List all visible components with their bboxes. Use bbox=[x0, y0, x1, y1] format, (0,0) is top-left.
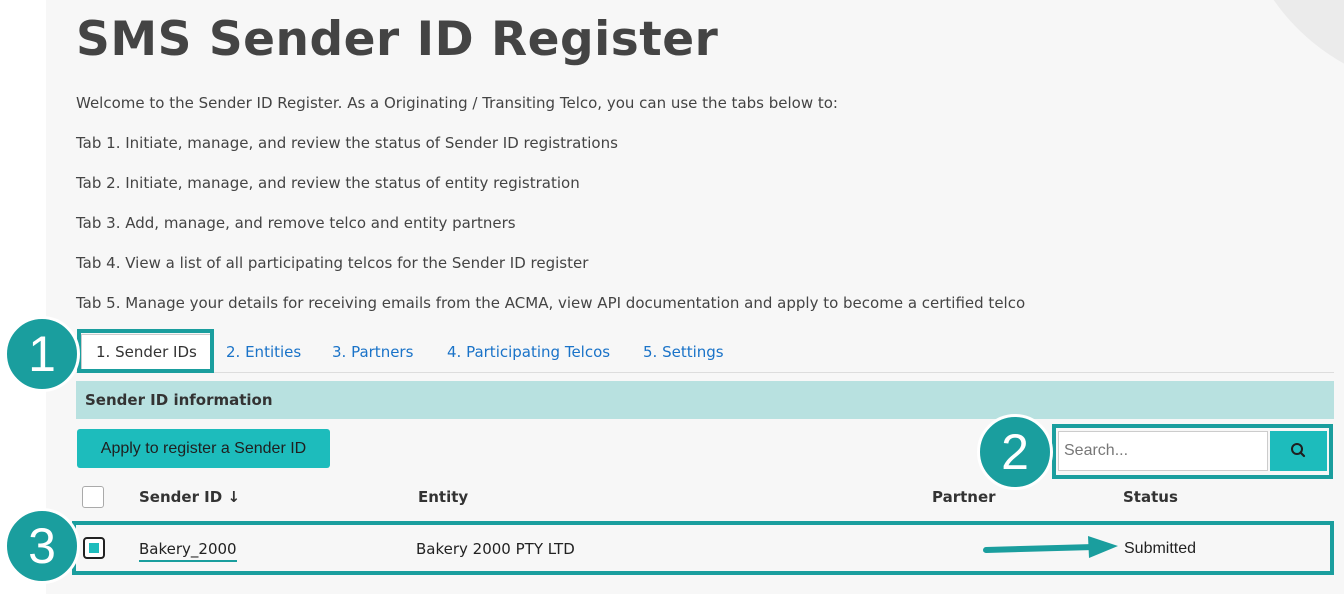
column-header-sender-id[interactable]: Sender ID ↓ bbox=[139, 488, 240, 506]
page-title: SMS Sender ID Register bbox=[76, 12, 719, 67]
main-panel: SMS Sender ID Register Welcome to the Se… bbox=[46, 0, 1344, 594]
tab-settings[interactable]: 5. Settings bbox=[643, 335, 724, 369]
section-heading: Sender ID information bbox=[76, 381, 1334, 419]
annotation-highlight-tab bbox=[77, 329, 214, 373]
intro-tab5-text: Tab 5. Manage your details for receiving… bbox=[76, 294, 1026, 312]
intro-tab3-text: Tab 3. Add, manage, and remove telco and… bbox=[76, 214, 516, 232]
column-header-partner[interactable]: Partner bbox=[932, 488, 996, 506]
tab-partners[interactable]: 3. Partners bbox=[332, 335, 413, 369]
intro-tab1-text: Tab 1. Initiate, manage, and review the … bbox=[76, 134, 618, 152]
column-header-entity[interactable]: Entity bbox=[418, 488, 468, 506]
annotation-highlight-row bbox=[72, 521, 1334, 575]
intro-tab4-text: Tab 4. View a list of all participating … bbox=[76, 254, 589, 272]
intro-text: Welcome to the Sender ID Register. As a … bbox=[76, 94, 838, 112]
annotation-badge-1: 1 bbox=[4, 316, 80, 392]
decorative-corner-shape bbox=[1236, 0, 1344, 90]
apply-register-sender-id-button[interactable]: Apply to register a Sender ID bbox=[77, 429, 330, 468]
annotation-badge-3: 3 bbox=[4, 508, 80, 584]
select-all-checkbox[interactable] bbox=[82, 486, 104, 508]
intro-tab2-text: Tab 2. Initiate, manage, and review the … bbox=[76, 174, 580, 192]
arrow-icon bbox=[983, 536, 1118, 558]
tabs-divider bbox=[76, 372, 1334, 373]
annotation-highlight-search bbox=[1052, 424, 1333, 479]
tab-participating-telcos[interactable]: 4. Participating Telcos bbox=[447, 335, 610, 369]
annotation-badge-2: 2 bbox=[977, 414, 1053, 490]
tab-entities[interactable]: 2. Entities bbox=[226, 335, 301, 369]
column-header-status[interactable]: Status bbox=[1123, 488, 1178, 506]
